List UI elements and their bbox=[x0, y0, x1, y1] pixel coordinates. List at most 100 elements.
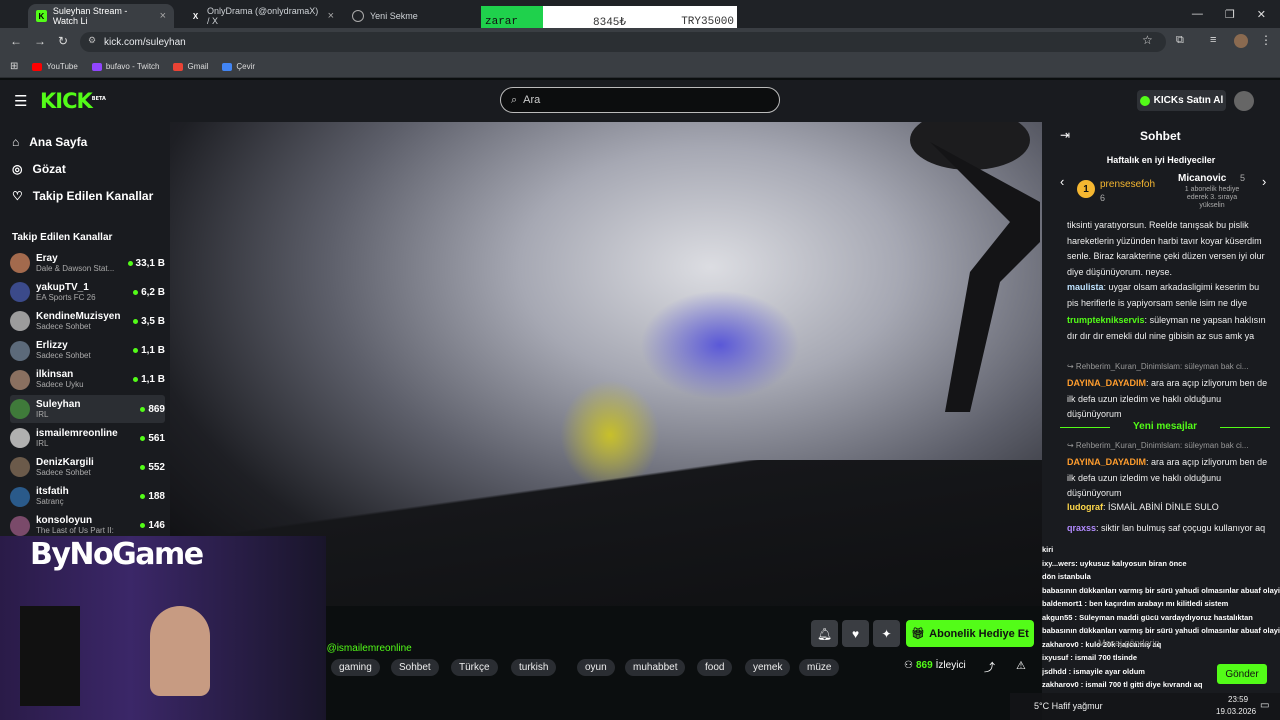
channel-text: KendineMuzisyen Sadece Sohbet bbox=[36, 311, 126, 332]
kicks-label: KICKs Satın Al bbox=[1153, 95, 1224, 106]
forward-icon[interactable]: → bbox=[34, 34, 46, 48]
translate-icon bbox=[222, 62, 233, 71]
channel-viewers: 552 bbox=[140, 462, 165, 473]
bookmark-star-icon[interactable]: ☆ bbox=[1142, 33, 1153, 47]
nav-home[interactable]: ⌂ Ana Sayfa bbox=[12, 135, 87, 149]
url-field[interactable]: kick.com/suleyhan bbox=[80, 32, 1166, 52]
stream-tag[interactable]: food bbox=[697, 659, 733, 676]
channel-name: KendineMuzisyen bbox=[36, 310, 121, 322]
bookmark-gmail[interactable]: Gmail bbox=[173, 62, 208, 71]
stream-tag[interactable]: muhabbet bbox=[625, 659, 686, 676]
gifter1-name[interactable]: prensesefoh bbox=[1100, 179, 1155, 190]
chat-username[interactable]: DAYINA_DAYADIM bbox=[1067, 378, 1146, 388]
stream-tag[interactable]: turkish bbox=[511, 659, 557, 676]
chat-title: Sohbet bbox=[1140, 129, 1181, 143]
back-icon[interactable]: ← bbox=[10, 34, 22, 48]
kicks-buy-button[interactable]: KICKs Satın Al bbox=[1137, 90, 1226, 111]
menu-dots-icon[interactable]: ⋮ bbox=[1260, 33, 1272, 47]
channel-item[interactable]: Suleyhan IRL 869 bbox=[10, 395, 165, 423]
channel-item[interactable]: itsfatih Satranç 188 bbox=[10, 483, 165, 511]
stream-tag[interactable]: Sohbet bbox=[391, 659, 439, 676]
close-window-icon[interactable]: ✕ bbox=[1257, 8, 1266, 21]
channel-item[interactable]: ilkinsan Sadece Uyku 1,1 B bbox=[10, 366, 165, 394]
channel-item[interactable]: ismailemreonline IRL 561 bbox=[10, 424, 165, 452]
youtube-icon bbox=[32, 62, 43, 71]
notification-bell-button[interactable]: 🔔︎ bbox=[811, 620, 838, 647]
channel-item[interactable]: KendineMuzisyen Sadece Sohbet 3,5 B bbox=[10, 307, 165, 335]
channel-item[interactable]: Eray Dale & Dawson Stat... 33,1 B bbox=[10, 249, 165, 277]
nav-following[interactable]: ♡ Takip Edilen Kanallar bbox=[12, 189, 153, 203]
user-avatar[interactable] bbox=[1234, 91, 1254, 111]
tab-yeni-sekme[interactable]: Yeni Sekme bbox=[344, 4, 464, 28]
tab-suleyhan[interactable]: K Suleyhan Stream - Watch Li × bbox=[28, 4, 174, 28]
bookmark-translate[interactable]: Çevir bbox=[222, 62, 255, 71]
chat-message: trumpteknikservis: süleyman ne yapsan ha… bbox=[1067, 315, 1266, 341]
chevron-right-icon[interactable]: › bbox=[1262, 174, 1266, 189]
weather-widget[interactable]: 5°C Hafif yağmur bbox=[1034, 701, 1103, 711]
globe-icon bbox=[352, 10, 364, 22]
warning-icon[interactable]: ⚠ bbox=[1016, 659, 1026, 672]
bookmark-twitch[interactable]: bufavo - Twitch bbox=[91, 62, 159, 71]
send-button[interactable]: Gönder bbox=[1217, 664, 1267, 684]
reading-list-icon[interactable]: ≡ bbox=[1210, 34, 1216, 46]
gifter2-note: 1 abonelik hediye ederek 3. sıraya yükse… bbox=[1184, 186, 1240, 209]
channel-avatar bbox=[10, 428, 30, 449]
stream-tag[interactable]: müze bbox=[799, 659, 840, 676]
microphone-shape bbox=[20, 606, 80, 706]
chat-username[interactable]: trumpteknikservis bbox=[1067, 315, 1145, 325]
restore-icon[interactable]: ❐ bbox=[1225, 8, 1235, 21]
chevron-left-icon[interactable]: ‹ bbox=[1060, 174, 1064, 189]
beta-badge: BETA bbox=[91, 96, 106, 102]
bynogame-logo: ByNoGame bbox=[30, 537, 204, 572]
new-messages-divider: Yeni mesajlar bbox=[1060, 421, 1270, 432]
reload-icon[interactable]: ↻ bbox=[58, 34, 68, 48]
viewer-number: 869 bbox=[915, 660, 933, 671]
apps-grid-icon[interactable]: ⊞ bbox=[10, 61, 18, 72]
stream-tag[interactable]: Türkçe bbox=[451, 659, 498, 676]
profile-avatar[interactable] bbox=[1234, 34, 1248, 48]
channel-item[interactable]: DenizKargili Sadece Sohbet 552 bbox=[10, 453, 165, 481]
channel-item[interactable]: Erlizzy Sadece Sohbet 1,1 B bbox=[10, 337, 165, 365]
chat-username[interactable]: qraxss bbox=[1067, 523, 1096, 533]
minimize-icon[interactable]: — bbox=[1192, 8, 1203, 20]
notification-icon[interactable]: ▭ bbox=[1260, 700, 1269, 711]
kick-logo[interactable]: KICKBETA bbox=[40, 89, 106, 113]
gift-subscription-button[interactable]: 🎁︎ Abonelik Hediye Et bbox=[906, 620, 1034, 647]
site-info-icon[interactable]: ⚙ bbox=[88, 35, 96, 46]
channel-name: ismailemreonline bbox=[36, 427, 118, 439]
share-icon[interactable]: ⤴ bbox=[984, 659, 995, 675]
close-icon[interactable]: × bbox=[160, 10, 166, 22]
channel-category: Sadece Uyku bbox=[36, 380, 84, 390]
stream-tag[interactable]: gaming bbox=[331, 659, 380, 676]
hamburger-menu-icon[interactable]: ☰ bbox=[14, 92, 27, 110]
chat-username[interactable]: ludograf bbox=[1067, 502, 1103, 512]
chat-username[interactable]: maulista bbox=[1067, 282, 1104, 292]
close-icon[interactable]: × bbox=[328, 10, 334, 22]
tab-title: Yeni Sekme bbox=[370, 11, 418, 21]
mention-link[interactable]: / @ismailemreonline bbox=[321, 643, 412, 654]
bookmark-youtube[interactable]: YouTube bbox=[32, 62, 78, 71]
collapse-chat-icon[interactable]: ⇥ bbox=[1060, 128, 1070, 142]
nav-browse[interactable]: ◎ Gözat bbox=[12, 162, 66, 176]
channel-name: konsoloyun bbox=[36, 515, 93, 527]
tab-onlydrama[interactable]: X OnlyDrama (@onlydramaX) / X × bbox=[182, 4, 342, 28]
channel-item[interactable]: yakupTV_1 EA Sports FC 26 6,2 B bbox=[10, 278, 165, 306]
extensions-icon[interactable]: ⧉ bbox=[1176, 34, 1184, 47]
chat-input[interactable]: Mesaj gönderin bbox=[1098, 638, 1160, 648]
follow-heart-button[interactable]: ♥ bbox=[842, 620, 869, 647]
search-input[interactable]: ⌕ Ara bbox=[500, 87, 780, 113]
bookmark-label: Gmail bbox=[187, 62, 209, 71]
channel-text: ismailemreonline IRL bbox=[36, 428, 126, 449]
overlay-chat-line: zakharov0 : kulo 20k harcamış aq bbox=[1042, 639, 1162, 649]
bookmarks-bar: ⊞ YouTube bufavo - Twitch Gmail Çevir bbox=[0, 56, 1280, 78]
chat-username[interactable]: DAYINA_DAYADIM bbox=[1067, 457, 1146, 467]
channel-viewers: 6,2 B bbox=[133, 287, 165, 298]
sparkle-button[interactable]: ✦ bbox=[873, 620, 900, 647]
nav-label: Takip Edilen Kanallar bbox=[32, 189, 154, 203]
stream-tag[interactable]: yemek bbox=[745, 659, 791, 676]
viewer-count: ⚇ 869 İzleyici bbox=[904, 660, 966, 671]
gifter2-name[interactable]: Micanovic bbox=[1178, 173, 1226, 184]
video-light-blue bbox=[640, 290, 800, 400]
stream-tag[interactable]: oyun bbox=[577, 659, 615, 676]
channel-text: konsoloyun The Last of Us Part II: bbox=[36, 515, 126, 536]
